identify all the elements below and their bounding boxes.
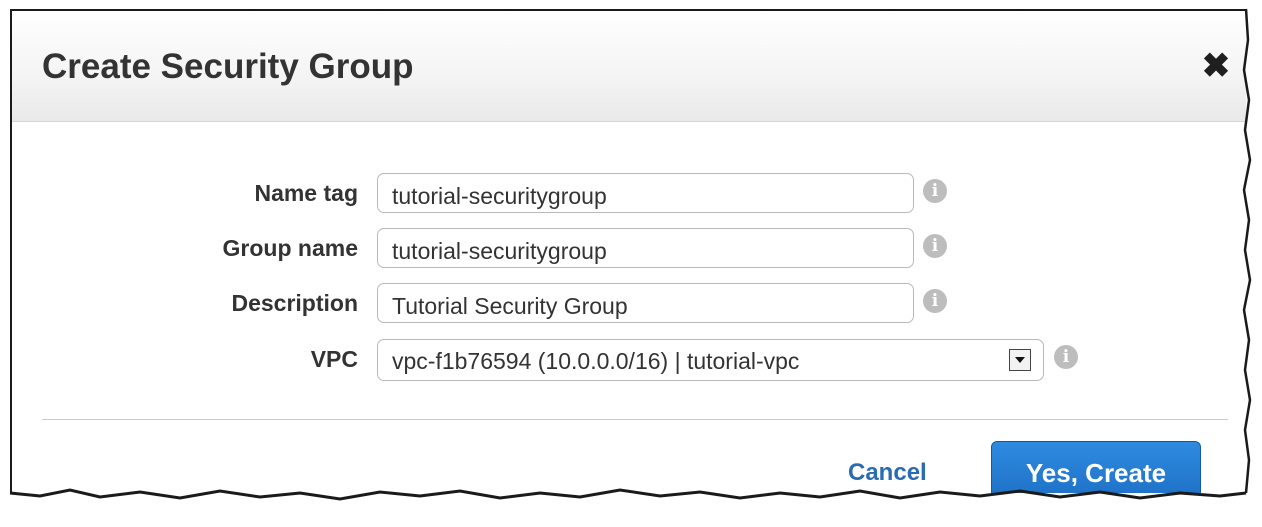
chevron-down-icon[interactable]: [1009, 349, 1031, 371]
description-input[interactable]: [377, 283, 914, 323]
create-security-group-dialog: Create Security Group ✖ Name tag i Group…: [10, 9, 1246, 493]
description-info-icon[interactable]: i: [923, 289, 947, 313]
description-label: Description: [231, 290, 358, 316]
vpc-select[interactable]: vpc-f1b76594 (10.0.0.0/16) | tutorial-vp…: [377, 339, 1044, 381]
name-tag-label: Name tag: [254, 180, 358, 206]
dialog-title: Create Security Group: [42, 47, 414, 86]
name-tag-info-icon[interactable]: i: [923, 179, 947, 203]
close-icon[interactable]: ✖: [1198, 48, 1234, 84]
group-name-input[interactable]: [377, 228, 914, 268]
vpc-row: VPC vpc-f1b76594 (10.0.0.0/16) | tutoria…: [12, 337, 1246, 381]
dialog-header: Create Security Group ✖: [12, 11, 1246, 122]
name-tag-input[interactable]: [377, 173, 914, 213]
cancel-button[interactable]: Cancel: [848, 459, 927, 487]
vpc-info-icon[interactable]: i: [1054, 345, 1078, 369]
vpc-select-value: vpc-f1b76594 (10.0.0.0/16) | tutorial-vp…: [392, 348, 800, 374]
footer-divider: [42, 419, 1228, 420]
vpc-label: VPC: [310, 346, 358, 372]
description-row: Description i: [12, 281, 1246, 325]
name-tag-row: Name tag i: [12, 171, 1246, 215]
group-name-row: Group name i: [12, 226, 1246, 270]
group-name-info-icon[interactable]: i: [923, 234, 947, 258]
yes-create-button[interactable]: Yes, Create: [991, 441, 1201, 493]
group-name-label: Group name: [222, 235, 358, 261]
